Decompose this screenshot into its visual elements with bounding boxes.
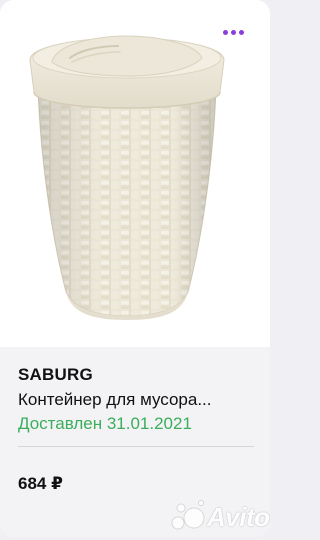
more-options-button[interactable] xyxy=(216,22,250,42)
delivery-status: Доставлен 31.01.2021 xyxy=(18,414,192,433)
product-image[interactable] xyxy=(0,0,270,347)
listing-card[interactable]: SABURG Контейнер для мусора... Доставлен… xyxy=(0,0,270,537)
price: 684 ₽ xyxy=(18,474,63,493)
avito-logo-icon xyxy=(171,500,205,530)
trash-bin-illustration xyxy=(29,35,225,320)
more-horizontal-icon xyxy=(222,29,228,35)
divider xyxy=(18,446,254,447)
avito-watermark-text: Avito xyxy=(207,502,270,532)
listing-title[interactable]: Контейнер для мусора... xyxy=(18,390,256,410)
avito-watermark: Avito xyxy=(167,497,270,535)
brand-name: SABURG xyxy=(18,365,93,384)
